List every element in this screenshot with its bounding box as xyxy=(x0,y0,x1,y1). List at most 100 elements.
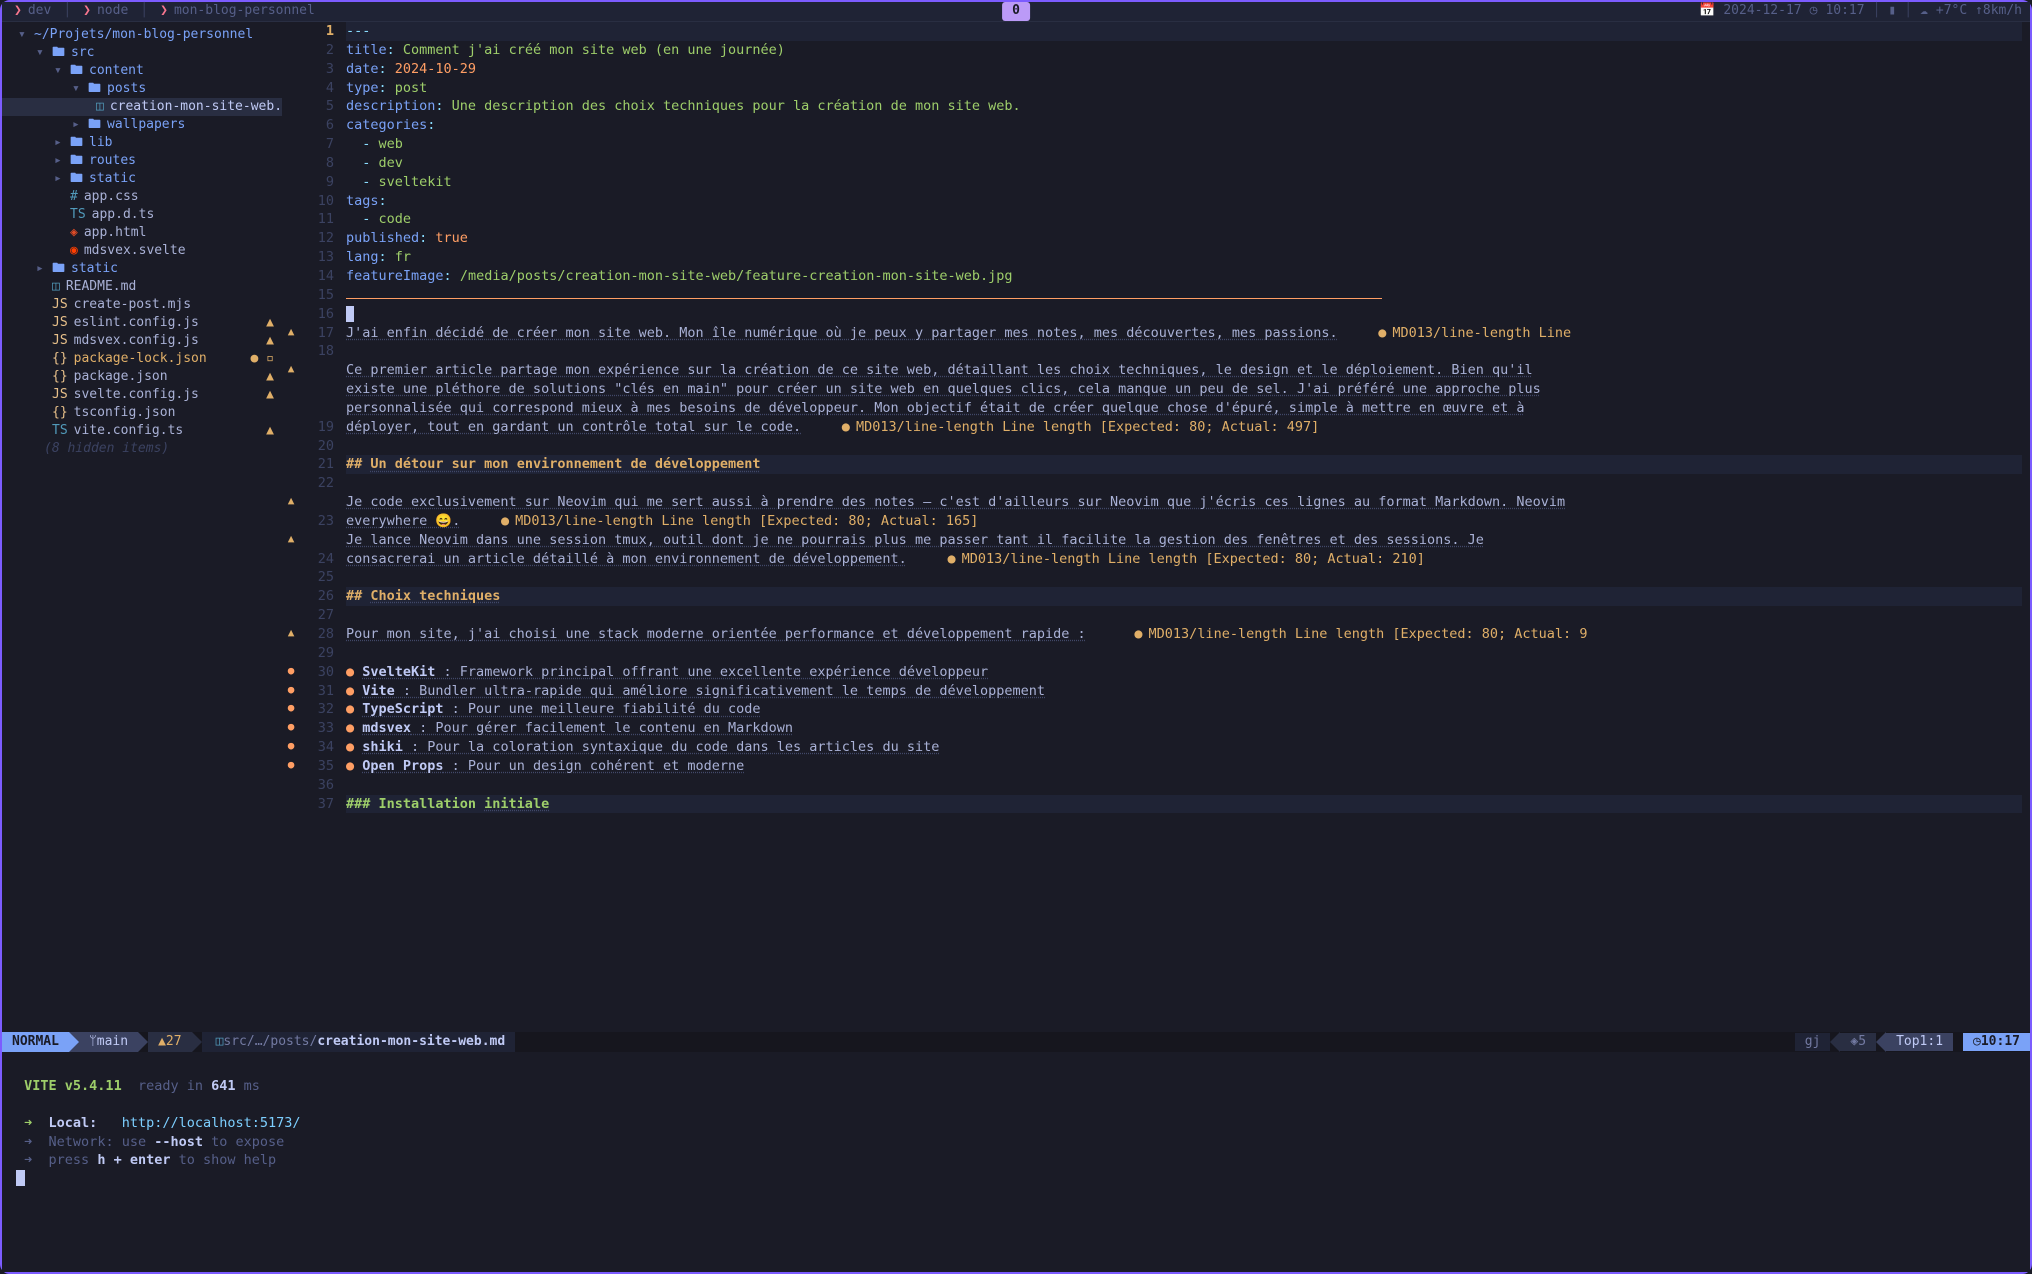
git-branch: ᛘ main xyxy=(79,1032,138,1052)
chevron-right-icon: ▸ xyxy=(72,116,82,135)
folder-icon: 🖿 xyxy=(52,260,65,279)
tree-folder[interactable]: ▾🖿content xyxy=(2,62,282,80)
tree-file[interactable]: ◫creation-mon-site-web.md▲ xyxy=(2,98,282,116)
tree-file[interactable]: ◉mdsvex.svelte xyxy=(2,242,282,260)
js-icon: JS xyxy=(52,296,68,315)
chevron-right-icon: ▸ xyxy=(54,152,64,171)
chevron-right-icon: ▸ xyxy=(54,134,64,153)
chevron-down-icon: ▾ xyxy=(18,26,28,45)
warning-icon: ▲ xyxy=(266,368,274,387)
terminal-icon: ❯ xyxy=(14,2,22,21)
horizontal-rule xyxy=(346,289,1382,299)
branch-icon: ᛘ xyxy=(89,1033,97,1052)
ts-icon: TS xyxy=(52,422,68,441)
heading-3: ### Installation initiale xyxy=(346,796,549,812)
folder-icon: 🖿 xyxy=(70,170,83,189)
cursor xyxy=(346,306,354,322)
separator: │ xyxy=(140,2,148,21)
tree-folder[interactable]: ▾🖿src xyxy=(2,44,282,62)
md-icon: ◫ xyxy=(96,98,104,117)
tmux-tab-blog[interactable]: ❯mon-blog-personnel xyxy=(156,2,319,21)
tree-file[interactable]: {}tsconfig.json xyxy=(2,404,282,422)
hints-count: ◈ 5 xyxy=(1840,1033,1876,1052)
warning-icon: ▲ xyxy=(266,386,274,405)
code-content[interactable]: --- title: Comment j'ai créé mon site we… xyxy=(346,22,2030,1032)
sign-column: ▲▲▲▲▲●●●●●● xyxy=(282,22,300,1032)
session-badge: 0 xyxy=(1002,2,1030,21)
folder-icon: 🖿 xyxy=(52,44,65,63)
file-path: ◫ src/…/posts/creation-mon-site-web.md xyxy=(202,1032,516,1052)
chevron-right-icon: ▸ xyxy=(54,170,64,189)
editor-pane[interactable]: ▲▲▲▲▲●●●●●● 1234567891011121314151617181… xyxy=(282,22,2030,1032)
heading-2: Choix techniques xyxy=(370,588,500,604)
svelte-icon: ◉ xyxy=(70,242,78,261)
calendar-icon: 📅 xyxy=(1699,2,1715,21)
tree-file[interactable]: #app.css xyxy=(2,188,282,206)
tree-file[interactable]: JSmdsvex.config.js▲ xyxy=(2,332,282,350)
file-tree[interactable]: ▾ ~/Projets/mon-blog-personnel ▾🖿src▾🖿co… xyxy=(2,22,282,1032)
tree-folder[interactable]: ▸🖿lib xyxy=(2,134,282,152)
folder-icon: 🖿 xyxy=(88,116,101,135)
clock-icon: ◷ xyxy=(1810,2,1818,21)
tree-folder[interactable]: ▸🖿routes xyxy=(2,152,282,170)
md-icon: ◫ xyxy=(52,278,60,297)
tree-file[interactable]: ◈app.html xyxy=(2,224,282,242)
js-icon: JS xyxy=(52,332,68,351)
tree-file[interactable]: TSapp.d.ts xyxy=(2,206,282,224)
diagnostic-inline: MD013/line-length Line length [Expected:… xyxy=(947,551,1424,567)
modified-icon: ● ▫ xyxy=(251,350,274,369)
tmux-tab-dev[interactable]: ❯dev xyxy=(10,2,55,21)
warning-icon: ▲ xyxy=(158,1033,166,1052)
cursor-position: Top 1:1 xyxy=(1886,1033,1953,1052)
js-icon: JS xyxy=(52,314,68,333)
folder-icon: 🖿 xyxy=(70,152,83,171)
js-icon: JS xyxy=(52,386,68,405)
chevron-down-icon: ▾ xyxy=(54,62,64,81)
date-label: 2024-12-17 xyxy=(1723,2,1801,21)
tree-file[interactable]: {}package-lock.json● ▫ xyxy=(2,350,282,368)
tree-root[interactable]: ▾ ~/Projets/mon-blog-personnel xyxy=(2,26,282,44)
json-icon: {} xyxy=(52,368,68,387)
tree-folder[interactable]: ▸🖿static xyxy=(2,170,282,188)
tree-file[interactable]: ◫README.md xyxy=(2,278,282,296)
tree-file[interactable]: JSeslint.config.js▲ xyxy=(2,314,282,332)
chevron-down-icon: ▾ xyxy=(36,44,46,63)
statusline: NORMAL ᛘ main ▲ 27 ◫ src/…/posts/creatio… xyxy=(2,1032,2030,1052)
tree-folder[interactable]: ▾🖿posts xyxy=(2,80,282,98)
json-icon: {} xyxy=(52,350,68,369)
chevron-down-icon: ▾ xyxy=(72,80,82,99)
mode-indicator: NORMAL xyxy=(2,1032,69,1052)
terminal-icon: ❯ xyxy=(83,2,91,21)
main-area: ▾ ~/Projets/mon-blog-personnel ▾🖿src▾🖿co… xyxy=(2,22,2030,1032)
encoding-label: gj xyxy=(1795,1033,1831,1052)
terminal-cursor xyxy=(16,1170,25,1186)
tree-file[interactable]: {}package.json▲ xyxy=(2,368,282,386)
titlebar: ❯dev │ ❯node │ ❯mon-blog-personnel 0 📅 2… xyxy=(2,2,2030,22)
folder-icon: 🖿 xyxy=(70,62,83,81)
tree-folder[interactable]: ▸🖿wallpapers xyxy=(2,116,282,134)
time-label: 10:17 xyxy=(1825,2,1864,21)
markdown-icon: ◫ xyxy=(216,1033,224,1052)
diagnostics-count[interactable]: ▲ 27 xyxy=(148,1032,191,1052)
diagnostic-inline: MD013/line-length Line length [Expected:… xyxy=(501,513,978,529)
local-url[interactable]: http://localhost:5173/ xyxy=(122,1115,301,1131)
warning-icon: ▲ xyxy=(266,314,274,333)
folder-icon: 🖿 xyxy=(70,134,83,153)
ts-icon: TS xyxy=(70,206,86,225)
terminal-icon: ❯ xyxy=(160,2,168,21)
css-icon: # xyxy=(70,188,78,207)
tree-folder[interactable]: ▸🖿static xyxy=(2,260,282,278)
terminal-pane[interactable]: VITE v5.4.11 ready in 641 ms ➜ Local: ht… xyxy=(2,1052,2030,1272)
json-icon: {} xyxy=(52,404,68,423)
tree-file[interactable]: JScreate-post.mjs xyxy=(2,296,282,314)
weather-icon: ☁ xyxy=(1920,2,1928,21)
tmux-tab-node[interactable]: ❯node xyxy=(79,2,132,21)
diagnostic-inline: MD013/line-length Line length [Expected:… xyxy=(1134,626,1587,642)
clock: ◷ 10:17 xyxy=(1963,1033,2030,1052)
folder-icon: 🖿 xyxy=(88,80,101,99)
tree-file[interactable]: TSvite.config.ts▲ xyxy=(2,422,282,440)
battery-icon: ▮ xyxy=(1888,2,1896,21)
diagnostic-inline: MD013/line-length Line xyxy=(1378,325,1571,341)
clock-icon: ◷ xyxy=(1973,1033,1981,1052)
tree-file[interactable]: JSsvelte.config.js▲ xyxy=(2,386,282,404)
